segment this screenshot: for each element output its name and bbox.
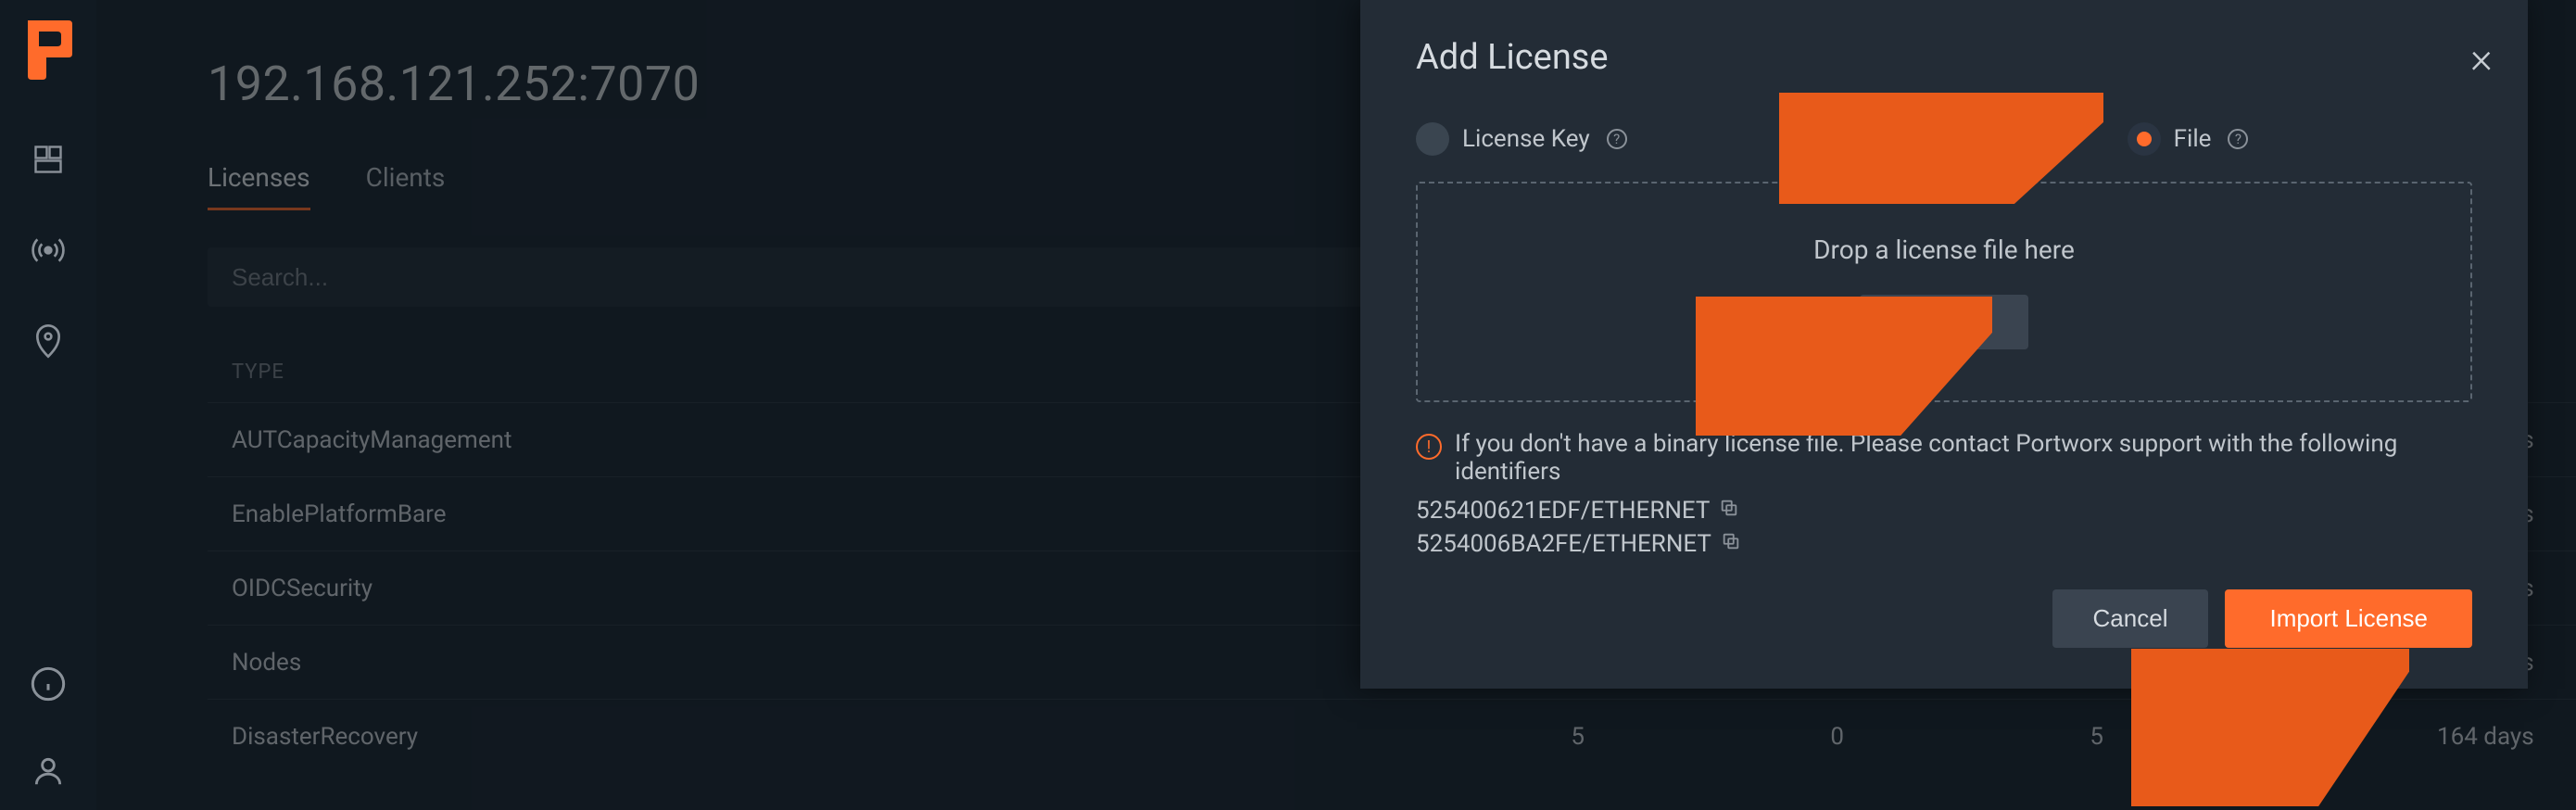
identifier-value: 525400621EDF/ETHERNET <box>1416 497 1710 525</box>
info-text: If you don't have a binary license file.… <box>1455 430 2472 486</box>
security-icon[interactable] <box>28 321 69 361</box>
info-row: ! If you don't have a binary license fil… <box>1416 430 2472 486</box>
copy-icon[interactable] <box>1719 497 1739 525</box>
help-icon[interactable]: ? <box>2228 129 2248 149</box>
radio-label: License Key <box>1462 125 1590 153</box>
radio-license-key[interactable]: License Key ? <box>1416 122 1627 156</box>
warning-icon: ! <box>1416 434 1442 460</box>
sidebar <box>0 0 96 810</box>
add-license-modal: Add License × License Key ? File ? Drop … <box>1360 0 2528 689</box>
import-license-button[interactable]: Import License <box>2225 589 2472 648</box>
tab-licenses[interactable]: Licenses <box>208 162 310 209</box>
info-icon[interactable] <box>28 664 69 704</box>
identifier-value: 5254006BA2FE/ETHERNET <box>1416 530 1711 558</box>
col-type: TYPE <box>232 361 1381 384</box>
nav-items <box>28 139 69 361</box>
radio-icon <box>2128 122 2161 156</box>
cell-type: OIDCSecurity <box>232 575 1381 602</box>
radio-row: License Key ? File ? <box>1416 122 2472 156</box>
drop-text: Drop a license file here <box>1813 234 2075 265</box>
modal-title: Add License <box>1416 37 2472 78</box>
search-wrap <box>208 247 1458 307</box>
help-icon[interactable]: ? <box>1607 129 1627 149</box>
broadcast-icon[interactable] <box>28 230 69 271</box>
copy-icon[interactable] <box>1721 530 1741 558</box>
tab-clients[interactable]: Clients <box>366 162 446 209</box>
cell-type: EnablePlatformBare <box>232 500 1381 528</box>
cell-type: Nodes <box>232 649 1381 677</box>
radio-icon <box>1416 122 1449 156</box>
dropzone[interactable]: Drop a license file here Browse <box>1416 182 2472 402</box>
identifier-row: 5254006BA2FE/ETHERNET <box>1416 530 2472 558</box>
modal-actions: Cancel Import License <box>1416 589 2472 648</box>
identifier-row: 525400621EDF/ETHERNET <box>1416 497 2472 525</box>
logo-icon <box>22 9 74 83</box>
dashboard-icon[interactable] <box>28 139 69 180</box>
cell-type: DisasterRecovery <box>232 723 1381 751</box>
radio-file[interactable]: File ? <box>2128 122 2249 156</box>
modal-backdrop: Add License × License Key ? File ? Drop … <box>1360 0 2576 810</box>
user-icon[interactable] <box>28 751 69 791</box>
cell-type: AUTCapacityManagement <box>232 426 1381 454</box>
close-icon[interactable]: × <box>2470 37 2493 80</box>
app-root: 192.168.121.252:7070 Licenses Clients TY… <box>0 0 2576 810</box>
browse-button[interactable]: Browse <box>1860 295 2029 349</box>
search-input[interactable] <box>208 247 1458 307</box>
cancel-button[interactable]: Cancel <box>2052 589 2209 648</box>
sidebar-bottom <box>28 664 69 791</box>
radio-label: File <box>2174 125 2212 153</box>
